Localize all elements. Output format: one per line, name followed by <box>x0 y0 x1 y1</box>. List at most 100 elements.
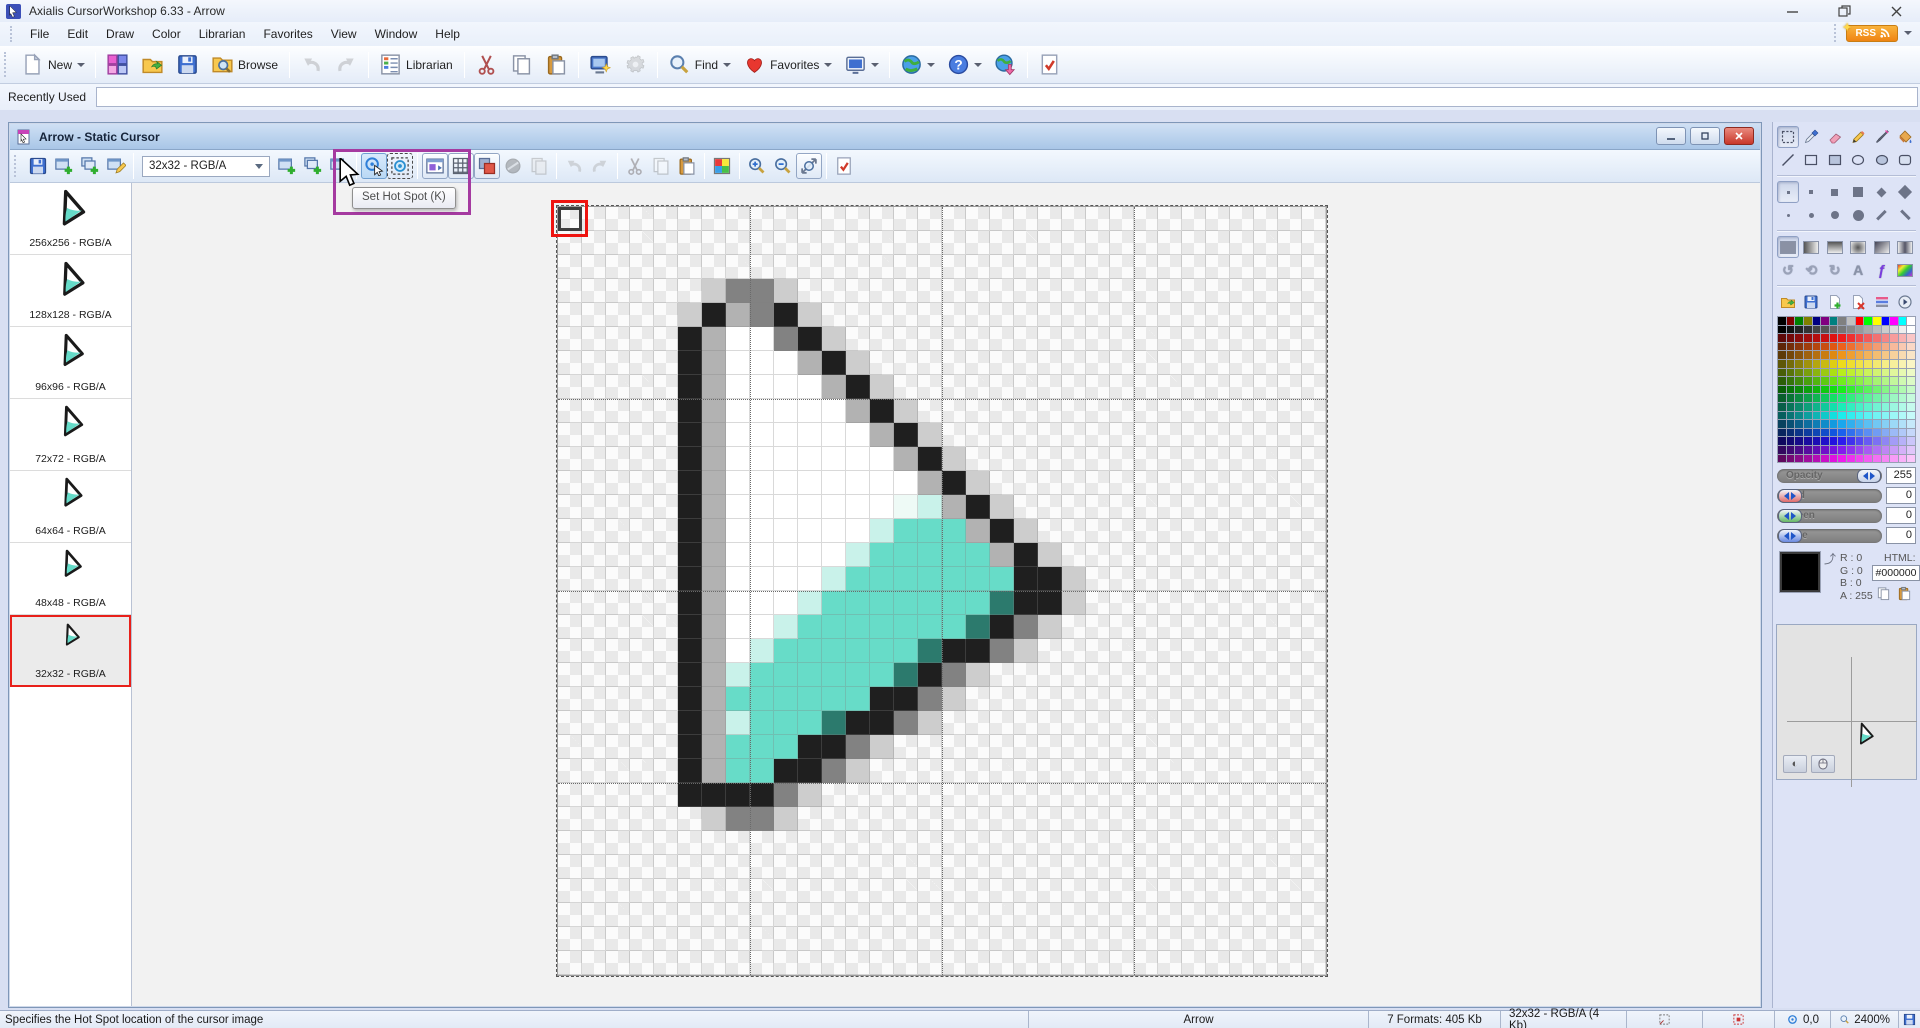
pixel-cell[interactable] <box>726 351 750 375</box>
pixel-cell[interactable] <box>822 351 846 375</box>
pixel-cell[interactable] <box>798 471 822 495</box>
pixel-cell[interactable] <box>1062 807 1086 831</box>
pixel-cell[interactable] <box>1182 447 1206 471</box>
pixel-cell[interactable] <box>1038 807 1062 831</box>
pixel-cell[interactable] <box>774 231 798 255</box>
pixel-cell[interactable] <box>1302 951 1326 975</box>
palette-swatch[interactable] <box>1778 351 1786 359</box>
pixel-cell[interactable] <box>1254 423 1278 447</box>
pixel-cell[interactable] <box>654 831 678 855</box>
brush-tool[interactable] <box>1871 126 1893 148</box>
pixel-cell[interactable] <box>1230 783 1254 807</box>
palette-swatch[interactable] <box>1864 351 1872 359</box>
pixel-cell[interactable] <box>918 831 942 855</box>
pixel-cell[interactable] <box>1134 735 1158 759</box>
pixel-cell[interactable] <box>606 495 630 519</box>
pixel-cell[interactable] <box>870 543 894 567</box>
pixel-cell[interactable] <box>1110 375 1134 399</box>
pixel-cell[interactable] <box>582 375 606 399</box>
pixel-cell[interactable] <box>1134 399 1158 423</box>
pixel-cell[interactable] <box>1062 567 1086 591</box>
pixel-cell[interactable] <box>1206 447 1230 471</box>
palette-swatch[interactable] <box>1838 429 1846 437</box>
edit-image-button[interactable] <box>103 153 129 179</box>
pixel-cell[interactable] <box>750 231 774 255</box>
pixel-cell[interactable] <box>750 471 774 495</box>
pixel-cell[interactable] <box>1206 495 1230 519</box>
pixel-cell[interactable] <box>1278 687 1302 711</box>
pixel-cell[interactable] <box>1254 639 1278 663</box>
pixel-cell[interactable] <box>726 687 750 711</box>
pixel-cell[interactable] <box>1110 687 1134 711</box>
palette-swatch[interactable] <box>1795 334 1803 342</box>
pixel-cell[interactable] <box>702 927 726 951</box>
palette-swatch[interactable] <box>1838 386 1846 394</box>
pixel-cell[interactable] <box>1206 375 1230 399</box>
gradient-solid[interactable] <box>1777 236 1799 258</box>
pixel-cell[interactable] <box>1062 279 1086 303</box>
pixel-cell[interactable] <box>1302 759 1326 783</box>
pixel-cell[interactable] <box>558 543 582 567</box>
pixel-cell[interactable] <box>726 207 750 231</box>
chevron-down-icon[interactable] <box>824 63 832 67</box>
pixel-cell[interactable] <box>966 255 990 279</box>
slider-left-arrow-icon[interactable] <box>1784 512 1789 520</box>
pixel-cell[interactable] <box>678 351 702 375</box>
palette-swatch[interactable] <box>1778 360 1786 368</box>
pixel-cell[interactable] <box>966 663 990 687</box>
zoom-out-button[interactable] <box>770 153 796 179</box>
pixel-cell[interactable] <box>1230 831 1254 855</box>
pixel-cell[interactable] <box>750 663 774 687</box>
palette-swatch[interactable] <box>1838 420 1846 428</box>
pixel-cell[interactable] <box>1062 327 1086 351</box>
pixel-cell[interactable] <box>582 807 606 831</box>
pixel-cell[interactable] <box>1206 471 1230 495</box>
palette-swatch[interactable] <box>1864 317 1872 325</box>
brush-circle-large[interactable] <box>1847 204 1869 226</box>
palette-swatch[interactable] <box>1795 317 1803 325</box>
palette-swatch[interactable] <box>1804 394 1812 402</box>
pixel-cell[interactable] <box>1158 351 1182 375</box>
palette-swatch[interactable] <box>1821 420 1829 428</box>
pixel-cell[interactable] <box>990 951 1014 975</box>
pixel-cell[interactable] <box>678 447 702 471</box>
pixel-cell[interactable] <box>654 351 678 375</box>
pixel-cell[interactable] <box>678 375 702 399</box>
pixel-cell[interactable] <box>606 471 630 495</box>
pixel-cell[interactable] <box>774 255 798 279</box>
pixel-cell[interactable] <box>942 615 966 639</box>
pixel-cell[interactable] <box>1134 879 1158 903</box>
pixel-cell[interactable] <box>750 951 774 975</box>
pixel-cell[interactable] <box>1062 903 1086 927</box>
palette-swatch[interactable] <box>1813 446 1821 454</box>
pixel-cell[interactable] <box>1134 567 1158 591</box>
pixel-cell[interactable] <box>1302 447 1326 471</box>
pixel-cell[interactable] <box>774 711 798 735</box>
pixel-cell[interactable] <box>942 495 966 519</box>
pixel-cell[interactable] <box>1254 399 1278 423</box>
pixel-cell[interactable] <box>1158 567 1182 591</box>
palette-swatch[interactable] <box>1847 351 1855 359</box>
palette-swatch[interactable] <box>1830 446 1838 454</box>
palette-swatch[interactable] <box>1787 394 1795 402</box>
pixel-cell[interactable] <box>822 951 846 975</box>
pixel-cell[interactable] <box>678 759 702 783</box>
pixel-cell[interactable] <box>726 711 750 735</box>
pixel-cell[interactable] <box>630 231 654 255</box>
script-tool[interactable]: ƒ <box>1871 259 1893 281</box>
palette-swatch[interactable] <box>1830 437 1838 445</box>
pixel-cell[interactable] <box>1086 375 1110 399</box>
screen-wizard-button[interactable] <box>583 48 618 81</box>
palette-swatch[interactable] <box>1838 403 1846 411</box>
rounded-rect-tool[interactable] <box>1894 149 1916 171</box>
pencil-tool[interactable] <box>1847 126 1869 148</box>
pixel-cell[interactable] <box>1110 591 1134 615</box>
pixel-cell[interactable] <box>1110 879 1134 903</box>
pixel-cell[interactable] <box>990 351 1014 375</box>
palette-swatch[interactable] <box>1838 326 1846 334</box>
palette-swatch[interactable] <box>1830 429 1838 437</box>
palette-swatch[interactable] <box>1830 420 1838 428</box>
pixel-cell[interactable] <box>702 783 726 807</box>
pixel-cell[interactable] <box>1158 879 1182 903</box>
palette-swatch[interactable] <box>1899 343 1907 351</box>
